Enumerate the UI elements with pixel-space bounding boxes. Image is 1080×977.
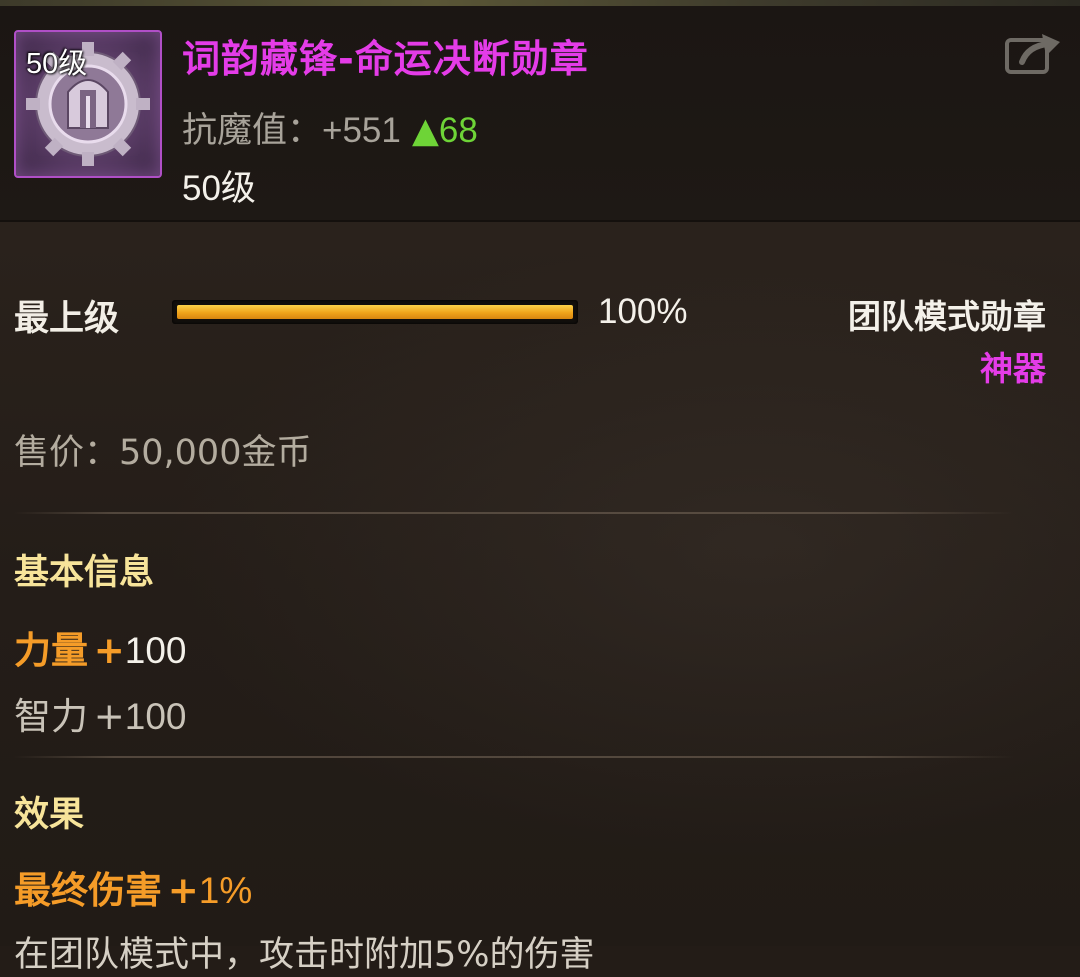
item-category: 团队模式勋章 [848, 297, 1046, 336]
grade-progress-bar [172, 300, 578, 324]
attribute-strength: 力量 +100 [14, 620, 187, 674]
attribute-sign: + [93, 629, 125, 672]
effect-name: 最终伤害 [14, 869, 162, 912]
effects-title: 效果 [14, 795, 85, 835]
stat-up-arrow-icon: ▲ [412, 111, 439, 151]
item-header: 50级 词韵藏锋-命运决断勋章 抗魔值：+551 ▲68 50级 [0, 6, 1080, 222]
effect-sign: + [167, 869, 199, 912]
grade-progress-text: 100% [598, 292, 688, 331]
basic-info-title: 基本信息 [14, 553, 155, 593]
divider [14, 512, 1014, 514]
stat-label: 抗魔值： [182, 111, 323, 151]
divider [14, 756, 1014, 758]
grade-label: 最上级 [14, 299, 120, 339]
attribute-value: 100 [124, 630, 187, 671]
item-price: 售价：50,000金币 [14, 433, 312, 473]
grade-progress-fill [177, 305, 573, 319]
item-name: 词韵藏锋-命运决断勋章 [182, 37, 589, 81]
attribute-sign: + [93, 695, 125, 738]
attribute-value: 100 [124, 696, 187, 737]
attribute-name: 智力 [14, 695, 88, 738]
effect-description: 在团队模式中，攻击时附加5%的伤害 [14, 935, 595, 975]
effect-value: 1% [198, 870, 253, 911]
item-icon[interactable]: 50级 [14, 30, 162, 178]
item-rarity: 神器 [980, 349, 1046, 388]
stat-line: 抗魔值：+551 ▲68 [182, 102, 478, 153]
attribute-intelligence: 智力 +100 [14, 686, 187, 740]
share-icon[interactable] [1004, 30, 1062, 78]
icon-level-text: 50级 [26, 48, 88, 80]
attribute-name: 力量 [14, 629, 88, 672]
item-level: 50级 [182, 169, 256, 208]
stat-increase: 68 [438, 111, 478, 150]
effect-final-damage: 最终伤害 +1% [14, 860, 252, 914]
stat-value: +551 [322, 111, 401, 150]
